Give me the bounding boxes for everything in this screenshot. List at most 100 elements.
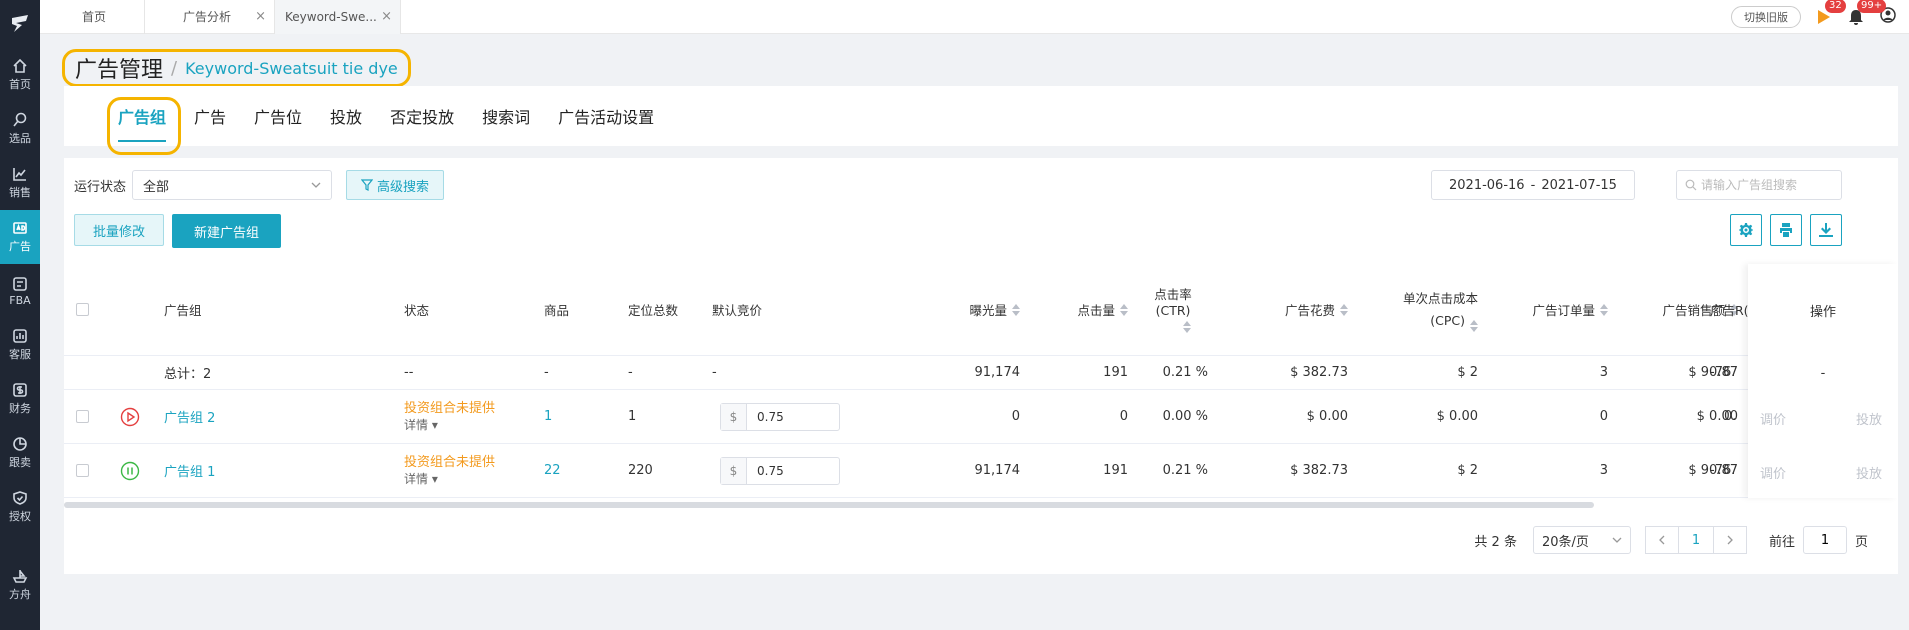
cpc: $ 2	[1457, 463, 1478, 478]
sidebar-item-sales[interactable]: 销售	[0, 156, 40, 210]
new-ad-group-button[interactable]: 新建广告组	[172, 214, 282, 248]
header-impressions[interactable]: 曝光量	[884, 264, 1020, 355]
select-all-checkbox[interactable]	[76, 303, 89, 316]
orders: 0	[1599, 409, 1608, 424]
row-checkbox[interactable]	[76, 410, 89, 423]
horizontal-scrollbar[interactable]	[64, 502, 1594, 508]
detail-link[interactable]: 详情 ▾	[404, 471, 438, 488]
sidebar-item-fba[interactable]: FBA	[0, 264, 40, 318]
cpc: $ 0.00	[1436, 409, 1478, 424]
default-bid-input[interactable]: $ 0.75	[720, 456, 840, 485]
goto-label: 前往	[1768, 534, 1795, 550]
sidebar-item-label: 授权	[9, 510, 31, 523]
chevron-down-icon	[311, 182, 321, 188]
page-size-select[interactable]: 20条/页	[1532, 526, 1631, 554]
pause-circle-icon[interactable]	[120, 461, 140, 481]
sort-icon[interactable]	[1183, 320, 1191, 333]
sidebar-item-service[interactable]: 客服	[0, 318, 40, 372]
batch-edit-button[interactable]: 批量修改	[74, 214, 165, 246]
product-count-link[interactable]: 1	[544, 390, 552, 443]
play-circle-icon[interactable]	[120, 407, 140, 427]
sidebar-item-follow[interactable]: 跟卖	[0, 426, 40, 480]
sort-icon[interactable]	[1120, 303, 1128, 316]
default-bid-input[interactable]: $ 0.75	[720, 402, 840, 431]
date-start: 2021-06-16	[1449, 177, 1525, 193]
sidebar-item-ads[interactable]: 广告	[0, 210, 40, 264]
sidebar-item-label: 销售	[9, 186, 31, 199]
filter-icon	[361, 179, 374, 191]
header-targets: 定位总数	[628, 303, 679, 318]
sort-icon[interactable]	[1600, 303, 1608, 316]
switch-old-version-button[interactable]: 切换旧版	[1731, 5, 1801, 28]
close-icon[interactable]: ×	[381, 9, 392, 24]
header-label: 曝光量	[969, 303, 1007, 318]
print-button[interactable]	[1770, 214, 1802, 246]
sidebar-item-label: 客服	[9, 348, 31, 361]
sort-icon[interactable]	[1470, 319, 1478, 332]
header-default-bid: 默认竞价	[712, 303, 763, 318]
header-clicks[interactable]: 点击量	[1020, 264, 1128, 355]
adjust-bid-link[interactable]: 调价	[1760, 409, 1786, 428]
advanced-search-button[interactable]: 高级搜索	[346, 170, 445, 200]
tab-negative-targeting[interactable]: 否定投放	[390, 86, 454, 146]
sidebar-item-ark[interactable]: 方舟	[0, 558, 40, 612]
header-orders[interactable]: 广告订单量	[1478, 264, 1608, 355]
date-range-picker[interactable]: 2021-06-16 - 2021-07-15	[1431, 170, 1635, 200]
adjust-bid-link[interactable]: 调价	[1760, 463, 1786, 482]
sidebar-item-finance[interactable]: 财务	[0, 372, 40, 426]
targeting-link[interactable]: 投放	[1856, 463, 1882, 482]
detail-link[interactable]: 详情 ▾	[404, 417, 438, 434]
header-spend[interactable]: 广告花费	[1218, 264, 1348, 355]
fba-icon	[13, 276, 27, 291]
search-field[interactable]	[1676, 170, 1842, 200]
download-icon	[1819, 223, 1833, 237]
tab-targeting[interactable]: 投放	[330, 86, 362, 146]
tab-label: 广告分析	[183, 10, 232, 24]
flag-notification[interactable]: 32	[1815, 0, 1846, 26]
prev-page-button[interactable]	[1644, 526, 1679, 554]
close-icon[interactable]: ×	[255, 9, 266, 24]
header-ctr[interactable]: 点击率 (CTR)	[1128, 264, 1218, 355]
header-cpc[interactable]: 单次点击成本 (CPC)	[1348, 264, 1478, 355]
tab-campaign-settings[interactable]: 广告活动设置	[558, 86, 654, 146]
date-separator: -	[1530, 177, 1536, 193]
search-input[interactable]	[1701, 178, 1831, 192]
tab-keyword[interactable]: Keyword-Swe... ×	[275, 0, 401, 34]
tab-placements[interactable]: 广告位	[254, 86, 302, 146]
sort-icon[interactable]	[1012, 303, 1020, 316]
tab-home[interactable]: 首页	[40, 0, 145, 34]
ad-group-name-link[interactable]: 广告组 2	[164, 390, 215, 443]
app-logo[interactable]	[0, 0, 40, 48]
next-page-button[interactable]	[1712, 526, 1747, 554]
search-icon	[13, 112, 27, 127]
breadcrumb-campaign-link[interactable]: Keyword-Sweatsuit tie dye	[185, 59, 398, 78]
bell-notification[interactable]: 99+	[1847, 0, 1887, 26]
header-cpc-sub: (CPC)	[1430, 310, 1478, 332]
sidebar-item-home[interactable]: 首页	[0, 48, 40, 102]
top-tab-bar: 首页 广告分析 × Keyword-Swe... × 切换旧版 32 99+	[40, 0, 1909, 34]
sidebar-item-label: 财务	[9, 402, 31, 415]
status-select[interactable]: 全部	[132, 170, 333, 200]
tab-ad-analysis[interactable]: 广告分析 ×	[145, 0, 275, 34]
total-impressions: 91,174	[974, 365, 1021, 380]
sort-icon[interactable]	[1340, 303, 1348, 316]
tab-search-terms[interactable]: 搜索词	[482, 86, 530, 146]
sidebar-item-auth[interactable]: 授权	[0, 480, 40, 534]
ad-group-name-link[interactable]: 广告组 1	[164, 444, 215, 497]
acos: 0.	[1724, 409, 1737, 424]
header-label: 点击量	[1077, 303, 1115, 318]
sidebar-item-label: 方舟	[9, 588, 31, 601]
sub-tabs: 广告组 广告 广告位 投放 否定投放 搜索词 广告活动设置	[64, 86, 1898, 146]
row-checkbox[interactable]	[76, 464, 89, 477]
download-button[interactable]	[1810, 214, 1842, 246]
goto-page-input[interactable]	[1802, 526, 1847, 554]
settings-button[interactable]	[1730, 214, 1762, 246]
tab-ads[interactable]: 广告	[194, 86, 226, 146]
chevron-right-icon	[1727, 535, 1733, 545]
targeting-link[interactable]: 投放	[1856, 409, 1882, 428]
bid-value: 0.75	[757, 463, 784, 478]
product-count-link[interactable]: 22	[544, 444, 561, 497]
page-number-current[interactable]: 1	[1678, 526, 1713, 554]
sidebar-item-selection[interactable]: 选品	[0, 102, 40, 156]
notification-badge: 32	[1825, 0, 1846, 13]
